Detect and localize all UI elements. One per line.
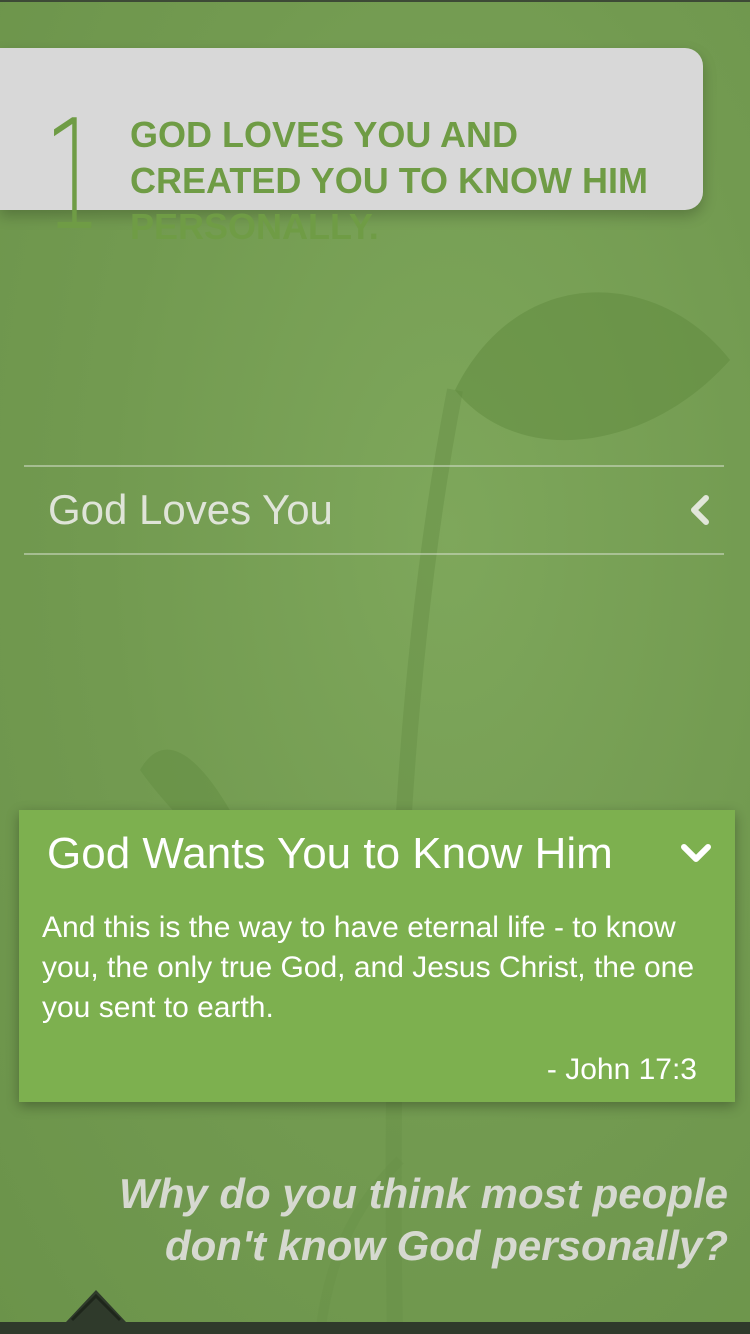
drawer-handle-icon[interactable] [62,1286,130,1326]
top-edge [0,0,750,2]
accordion-item-god-loves-you[interactable]: God Loves You [24,467,724,553]
divider [24,553,724,555]
step-header-card: 1 GOD LOVES YOU AND CREATED YOU TO KNOW … [0,48,703,252]
accordion-item-god-wants-you-to-know-him[interactable]: God Wants You to Know Him And this is th… [19,810,735,1102]
bottom-edge [0,1322,750,1334]
verse-reference: - John 17:3 [546,1053,697,1086]
accordion-item-title: God Wants You to Know Him [47,829,613,878]
step-number: 1 [44,87,102,264]
chevron-down-icon [681,844,711,862]
chevron-left-icon [691,495,709,525]
step-title: GOD LOVES YOU AND CREATED YOU TO KNOW HI… [130,114,649,247]
discussion-question: Why do you think most people don't know … [119,1170,728,1269]
accordion-item-label: God Loves You [48,486,333,533]
verse-text: And this is the way to have eternal life… [42,911,695,1024]
